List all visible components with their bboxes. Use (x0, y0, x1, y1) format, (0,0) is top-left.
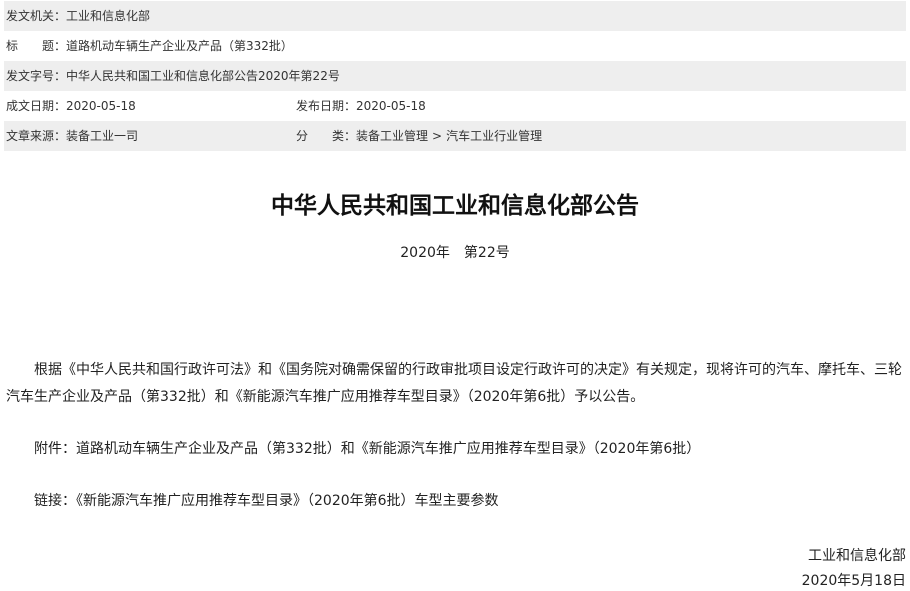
announcement-heading: 中华人民共和国工业和信息化部公告 (271, 193, 639, 219)
category-label-b: 类： (332, 129, 357, 143)
published-date-field: 发布日期：2020-05-18 (296, 91, 426, 121)
issuer-value: 工业和信息化部 (66, 9, 151, 23)
category-label-a: 分 (296, 129, 309, 143)
issuer-field: 发文机关：工业和信息化部 (6, 1, 150, 31)
attachment-link[interactable]: 道路机动车辆生产企业及产品（第332批）和《新能源汽车推广应用推荐车型目录》（2… (76, 441, 700, 457)
meta-row-issuer: 发文机关：工业和信息化部 (4, 1, 906, 31)
meta-row-title: 标 题：道路机动车辆生产企业及产品（第332批） (4, 31, 906, 61)
source-value: 装备工业一司 (66, 129, 139, 143)
issuer-label: 发文机关： (6, 9, 67, 23)
created-value: 2020-05-18 (66, 99, 136, 113)
category-separator: > (432, 129, 443, 143)
title-value: 道路机动车辆生产企业及产品（第332批） (66, 39, 293, 53)
related-link-label: 链接： (34, 493, 76, 509)
announcement-year: 2020年 (400, 245, 450, 261)
published-label: 发布日期： (296, 99, 357, 113)
created-date-field: 成文日期：2020-05-18 (6, 91, 136, 121)
attachment-line: 附件：道路机动车辆生产企业及产品（第332批）和《新能源汽车推广应用推荐车型目录… (6, 436, 906, 463)
signature-org: 工业和信息化部 (808, 548, 906, 564)
announcement-body: 根据《中华人民共和国行政许可法》和《国务院对确需保留的行政审批项目设定行政许可的… (6, 362, 902, 405)
announcement-number: 2020年 第22号 (0, 242, 910, 262)
meta-row-dates: 成文日期：2020-05-18 发布日期：2020-05-18 (4, 91, 906, 121)
related-link[interactable]: 《新能源汽车推广应用推荐车型目录》（2020年第6批）车型主要参数 (76, 493, 499, 509)
document-metadata: 发文机关：工业和信息化部 标 题：道路机动车辆生产企业及产品（第332批） 发文字… (4, 1, 906, 151)
docno-value: 中华人民共和国工业和信息化部公告2020年第22号 (66, 69, 340, 83)
created-label: 成文日期： (6, 99, 67, 113)
attachment-label: 附件： (34, 441, 76, 457)
related-link-line: 链接：《新能源汽车推广应用推荐车型目录》（2020年第6批）车型主要参数 (6, 488, 906, 515)
category-link-auto[interactable]: 汽车工业行业管理 (446, 129, 542, 143)
source-field: 文章来源：装备工业一司 (6, 121, 138, 151)
docno-field: 发文字号：中华人民共和国工业和信息化部公告2020年第22号 (6, 61, 340, 91)
title-label-b: 题： (42, 39, 67, 53)
meta-row-docno: 发文字号：中华人民共和国工业和信息化部公告2020年第22号 (4, 61, 906, 91)
title-label-a: 标 (6, 39, 19, 53)
title-field: 标 题：道路机动车辆生产企业及产品（第332批） (6, 31, 293, 61)
announcement-issue: 第22号 (463, 245, 510, 261)
source-label: 文章来源： (6, 129, 67, 143)
published-value: 2020-05-18 (356, 99, 426, 113)
docno-label: 发文字号： (6, 69, 67, 83)
category-link-equipment[interactable]: 装备工业管理 (356, 129, 428, 143)
signature-date: 2020年5月18日 (801, 573, 906, 589)
meta-row-source: 文章来源：装备工业一司 分 类：装备工业管理 > 汽车工业行业管理 (4, 121, 906, 151)
category-field: 分 类：装备工业管理 > 汽车工业行业管理 (296, 121, 542, 151)
